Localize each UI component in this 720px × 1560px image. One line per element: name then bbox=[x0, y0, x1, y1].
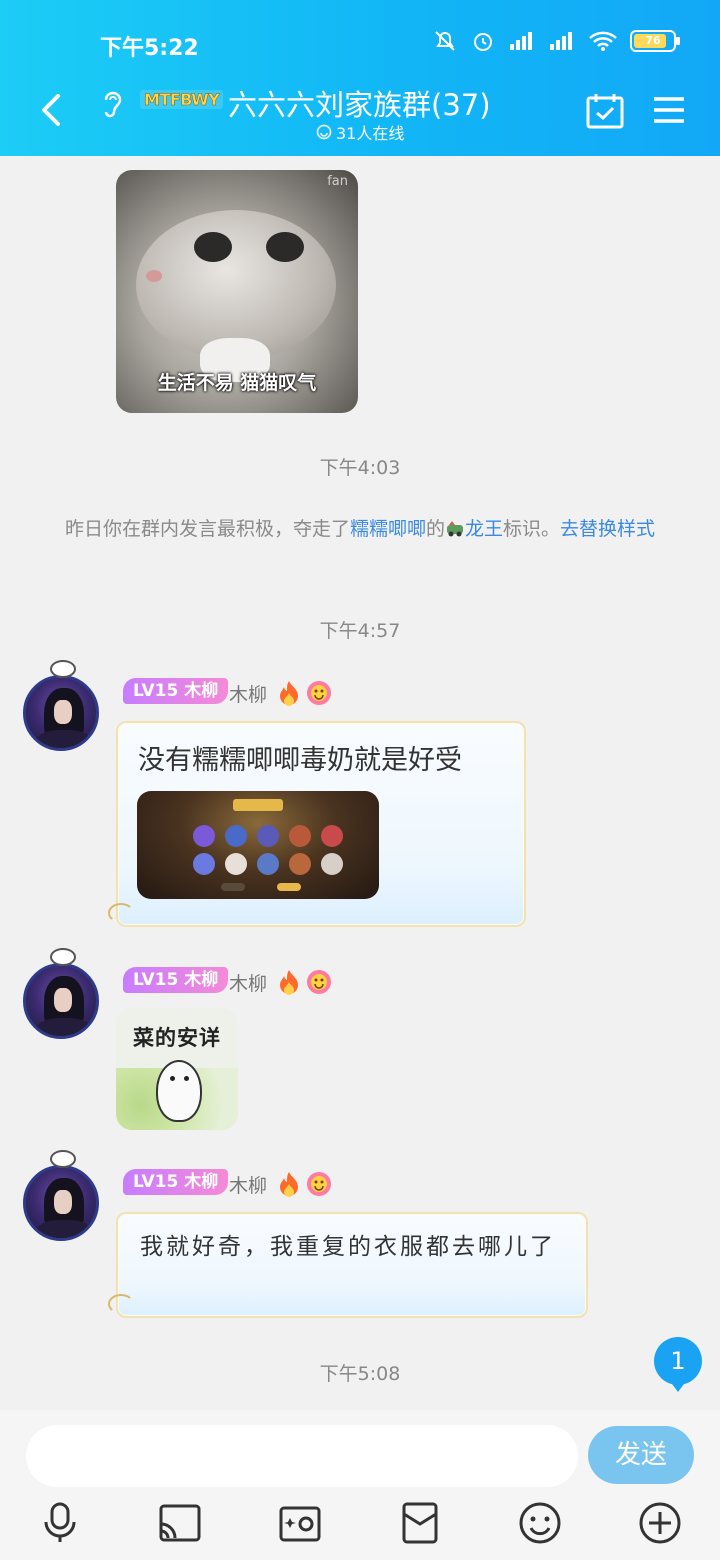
status-bar: 下午5:22 76 bbox=[0, 0, 720, 84]
battery-level: 76 bbox=[645, 34, 661, 47]
online-status-icon bbox=[316, 124, 332, 140]
system-text-suffix: 标识。 bbox=[503, 518, 561, 540]
calendar-check-icon[interactable] bbox=[585, 92, 625, 130]
avatar[interactable] bbox=[23, 675, 99, 751]
sticker-caption: 生活不易 猫猫叹气 bbox=[157, 372, 317, 394]
status-time: 下午5:22 bbox=[100, 36, 199, 61]
cast-screen-icon[interactable] bbox=[158, 1500, 202, 1546]
avatar-decoration-icon bbox=[50, 948, 76, 966]
timestamp: 下午4:57 bbox=[319, 620, 401, 642]
smile-badge-icon bbox=[307, 970, 331, 994]
red-packet-icon[interactable] bbox=[400, 1500, 440, 1546]
mute-bell-icon bbox=[435, 31, 455, 51]
battery-icon: 76 bbox=[630, 30, 680, 52]
sender-name[interactable]: 木柳 bbox=[229, 1171, 267, 1198]
bubble-decoration bbox=[108, 903, 134, 923]
microphone-icon[interactable] bbox=[40, 1500, 80, 1546]
signal-icon bbox=[510, 32, 532, 50]
emoji-icon[interactable] bbox=[518, 1500, 562, 1546]
system-text-middle: 的 bbox=[425, 518, 445, 540]
system-message: 昨日你在群内发言最积极，夺走了糯糯唧唧的 龙王标识。去替换样式 bbox=[40, 512, 680, 546]
online-count: 31人在线 bbox=[316, 120, 404, 144]
bubble-decoration bbox=[108, 1294, 134, 1314]
status-icons: 76 bbox=[432, 28, 680, 54]
sender-name[interactable]: 木柳 bbox=[229, 680, 267, 707]
cat-sticker[interactable]: fan 生活不易 猫猫叹气 bbox=[116, 170, 358, 413]
group-title[interactable]: 六六六刘家族群(37) bbox=[228, 82, 491, 124]
chevron-left-icon bbox=[42, 94, 60, 126]
sticker-label: 菜的安详 bbox=[133, 1026, 221, 1050]
timestamp: 下午5:08 bbox=[319, 1363, 401, 1385]
user-link[interactable]: 糯糯唧唧 bbox=[350, 518, 426, 540]
signal-hd-icon bbox=[550, 32, 572, 50]
back-button[interactable] bbox=[34, 88, 70, 132]
message-input[interactable] bbox=[26, 1425, 578, 1487]
dragon-icon bbox=[447, 521, 463, 537]
sticker-watermark: fan bbox=[327, 174, 348, 189]
game-screenshot-image[interactable] bbox=[137, 791, 379, 899]
fire-icon bbox=[280, 1172, 298, 1197]
level-badge: LV15 木柳 bbox=[123, 678, 229, 704]
avatar[interactable] bbox=[23, 1165, 99, 1241]
brand-badge: MTFBWY bbox=[140, 90, 224, 109]
send-button[interactable]: 发送 bbox=[588, 1426, 694, 1484]
penguin-sticker[interactable]: 菜的安详 bbox=[116, 1008, 238, 1130]
message-text: 没有糯糯唧唧毒奶就是好受 bbox=[138, 745, 462, 776]
photo-icon[interactable] bbox=[278, 1500, 322, 1546]
smile-badge-icon bbox=[307, 1172, 331, 1196]
avatar[interactable] bbox=[23, 963, 99, 1039]
smile-badge-icon bbox=[307, 681, 331, 705]
online-text: 31人在线 bbox=[336, 124, 405, 143]
avatar-decoration-icon bbox=[50, 660, 76, 678]
wifi-icon bbox=[589, 31, 617, 51]
message-text: 我就好奇，我重复的衣服都去哪儿了 bbox=[140, 1234, 556, 1260]
plus-icon[interactable] bbox=[638, 1500, 682, 1546]
level-badge: LV15 木柳 bbox=[123, 1169, 229, 1195]
alarm-icon bbox=[474, 33, 492, 51]
system-text-prefix: 昨日你在群内发言最积极，夺走了 bbox=[64, 518, 350, 540]
level-badge: LV15 木柳 bbox=[123, 967, 229, 993]
title-link[interactable]: 龙王 bbox=[465, 518, 503, 540]
ear-icon[interactable] bbox=[98, 86, 126, 120]
sender-name[interactable]: 木柳 bbox=[229, 969, 267, 996]
menu-icon[interactable] bbox=[652, 95, 686, 125]
replace-style-link[interactable]: 去替换样式 bbox=[560, 518, 655, 540]
chat-header: 下午5:22 76 MTFBWY 六六六刘家族群(37) 31人在线 bbox=[0, 0, 720, 156]
unread-badge[interactable]: 1 bbox=[654, 1337, 702, 1392]
fire-icon bbox=[280, 681, 298, 706]
avatar-decoration-icon bbox=[50, 1150, 76, 1168]
fire-icon bbox=[280, 970, 298, 995]
timestamp: 下午4:03 bbox=[319, 457, 401, 479]
